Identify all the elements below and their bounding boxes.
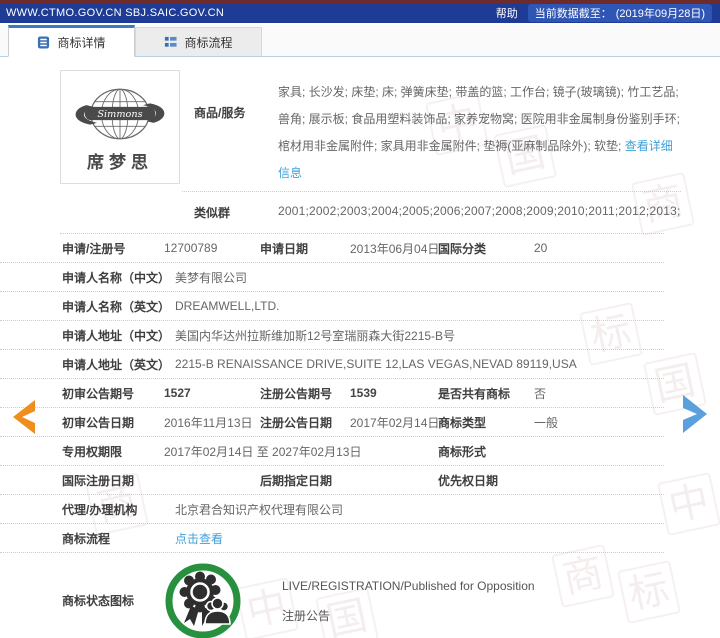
table-row: 申请人地址（中文） 美国内华达州拉斯维加斯12号室瑞丽森大街2215-B号 — [0, 321, 664, 350]
tab-label: 商标详情 — [57, 34, 105, 51]
help-link[interactable]: 帮助 — [496, 5, 518, 21]
process-view-link[interactable]: 点击查看 — [164, 530, 664, 547]
shared-label: 是否共有商标 — [438, 385, 534, 402]
reg-ann-date-label: 注册公告日期 — [260, 414, 350, 431]
intl-class-label: 国际分类 — [438, 240, 534, 257]
process-label: 商标流程 — [62, 530, 164, 547]
list-bullets-icon — [164, 36, 177, 49]
similar-group-value: 2001;2002;2003;2004;2005;2006;2007;2008;… — [278, 192, 681, 221]
addr-en-label: 申请人地址（英文） — [62, 356, 164, 373]
intl-class-value: 20 — [534, 241, 664, 255]
table-row: 初审公告日期 2016年11月13日 注册公告日期 2017年02月14日 商标… — [0, 408, 664, 437]
data-as-of-date: (2019年09月28日) — [616, 5, 705, 21]
addr-cn-value: 美国内华达州拉斯维加斯12号室瑞丽森大街2215-B号 — [164, 327, 664, 344]
status-label: 商标状态图标 — [62, 592, 164, 609]
prev-arrow-button[interactable] — [8, 397, 38, 437]
tabbar: 商标详情 商标流程 — [0, 25, 720, 57]
similar-group-label: 类似群 — [182, 192, 278, 221]
agent-value: 北京君合知识产权代理有限公司 — [164, 501, 664, 518]
next-arrow-button[interactable] — [678, 391, 710, 437]
tm-type-label: 商标类型 — [438, 414, 534, 431]
table-row: 申请/注册号 12700789 申请日期 2013年06月04日 国际分类 20 — [0, 234, 664, 263]
tab-trademark-details[interactable]: 商标详情 — [8, 25, 135, 57]
data-date-pill: 当前数据截至： (2019年09月28日) — [528, 4, 712, 22]
reg-no-value: 12700789 — [164, 241, 260, 255]
status-row: 商标状态图标 — [0, 553, 664, 638]
reg-ann-no-value: 1539 — [350, 386, 438, 400]
document-list-icon — [37, 36, 50, 49]
topbar: WWW.CTMO.GOV.CN SBJ.SAIC.GOV.CN 帮助 当前数据截… — [0, 3, 720, 23]
applicant-en-label: 申请人名称（英文） — [62, 298, 164, 315]
reg-ann-date-value: 2017年02月14日 — [350, 414, 438, 431]
addr-cn-label: 申请人地址（中文） — [62, 327, 164, 344]
table-row: 国际注册日期 后期指定日期 优先权日期 — [0, 466, 664, 495]
prelim-date-label: 初审公告日期 — [62, 414, 164, 431]
logo-cn-text: 席梦思 — [87, 148, 153, 173]
late-desig-label: 后期指定日期 — [260, 472, 350, 489]
tm-type-value: 一般 — [534, 414, 664, 431]
table-row: 商标流程 点击查看 — [0, 524, 664, 553]
table-row: 申请人名称（中文） 美梦有限公司 — [0, 263, 664, 292]
intl-reg-date-label: 国际注册日期 — [62, 472, 164, 489]
status-cn-text: 注册公告 — [282, 601, 664, 631]
exclusive-value: 2017年02月14日 至 2027年02月13日 — [164, 443, 438, 460]
applicant-en-value: DREAMWELL,LTD. — [164, 299, 664, 313]
addr-en-value: 2215-B RENAISSANCE DRIVE,SUITE 12,LAS VE… — [164, 357, 664, 371]
simmons-globe-logo: Simmons — [67, 82, 173, 146]
reg-ann-no-label: 注册公告期号 — [260, 385, 350, 402]
goods-text: 家具; 长沙发; 床垫; 床; 弹簧床垫; 带盖的篮; 工作台; 镜子(玻璃镜)… — [278, 85, 680, 153]
status-badge-icon — [164, 562, 242, 638]
table-row: 初审公告期号 1527 注册公告期号 1539 是否共有商标 否 — [0, 379, 664, 408]
app-date-label: 申请日期 — [260, 240, 350, 257]
tab-trademark-process[interactable]: 商标流程 — [135, 27, 262, 56]
status-en-text: LIVE/REGISTRATION/Published for Oppositi… — [282, 571, 664, 601]
prelim-no-value: 1527 — [164, 386, 260, 400]
exclusive-label: 专用权期限 — [62, 443, 164, 460]
shared-value: 否 — [534, 385, 664, 402]
site-urls: WWW.CTMO.GOV.CN SBJ.SAIC.GOV.CN — [6, 7, 224, 19]
table-row: 申请人地址（英文） 2215-B RENAISSANCE DRIVE,SUITE… — [0, 350, 664, 379]
trademark-logo: Simmons 席梦思 — [60, 70, 180, 184]
applicant-cn-value: 美梦有限公司 — [164, 269, 664, 286]
reg-no-label: 申请/注册号 — [62, 240, 164, 257]
priority-label: 优先权日期 — [438, 472, 534, 489]
table-row: 申请人名称（英文） DREAMWELL,LTD. — [0, 292, 664, 321]
prelim-no-label: 初审公告期号 — [62, 385, 164, 402]
table-row: 代理/办理机构 北京君合知识产权代理有限公司 — [0, 495, 664, 524]
goods-bottom-separator — [60, 221, 664, 234]
logo-brand-text: Simmons — [97, 109, 142, 120]
applicant-cn-label: 申请人名称（中文） — [62, 269, 164, 286]
app-date-value: 2013年06月04日 — [350, 240, 438, 257]
goods-label: 商品/服务 — [182, 70, 278, 187]
agent-label: 代理/办理机构 — [62, 501, 164, 518]
data-as-of-label: 当前数据截至： — [535, 5, 612, 21]
table-row: 专用权期限 2017年02月14日 至 2027年02月13日 商标形式 — [0, 437, 664, 466]
tm-form-label: 商标形式 — [438, 443, 534, 460]
content-area: 中 国 商 标 国 商 中 国 商 标 中 — [0, 57, 720, 638]
goods-value: 家具; 长沙发; 床垫; 床; 弹簧床垫; 带盖的篮; 工作台; 镜子(玻璃镜)… — [278, 70, 681, 187]
tab-label: 商标流程 — [184, 34, 232, 51]
goods-section: Simmons 席梦思 商品/服务 家具; 长沙发; 床垫; 床; 弹簧床垫; … — [0, 57, 720, 221]
prelim-date-value: 2016年11月13日 — [164, 414, 260, 431]
